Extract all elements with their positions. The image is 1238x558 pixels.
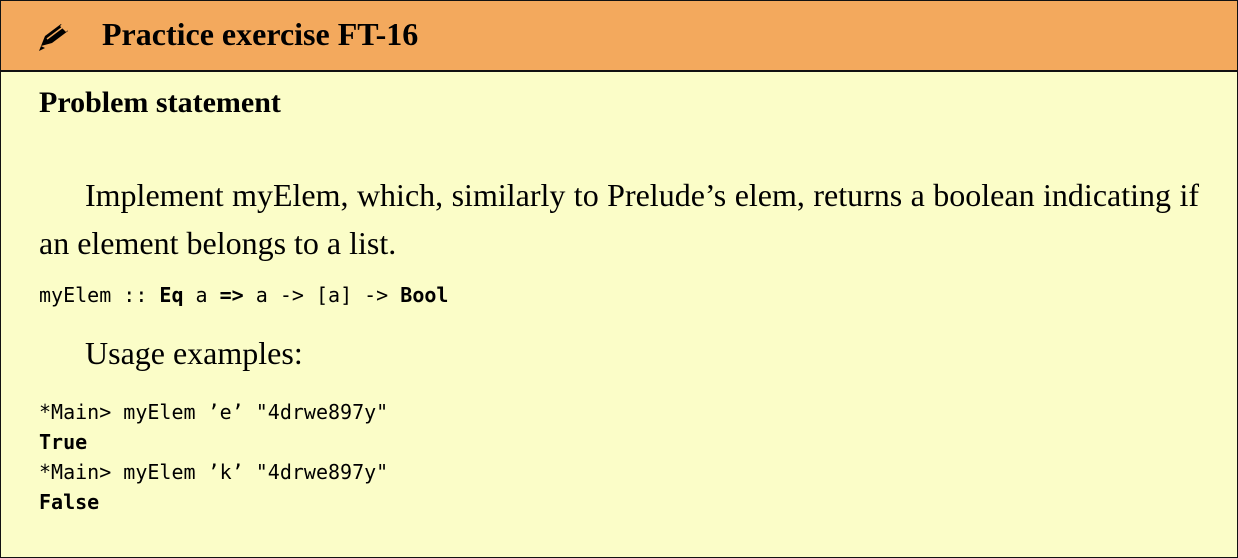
- problem-paragraph: Implement myElem, which, similarly to Pr…: [39, 177, 1199, 261]
- type-signature: myElem :: Eq a => a -> [a] -> Bool: [39, 280, 448, 310]
- usage-examples: *Main> myElem ’e’ "4drwe897y" True *Main…: [39, 397, 388, 517]
- exercise-box: Practice exercise FT-16 Problem statemen…: [0, 0, 1238, 558]
- usage-label: Usage examples:: [85, 335, 303, 371]
- section-heading: Problem statement: [39, 86, 281, 119]
- example-result: True: [39, 430, 88, 454]
- pencil-icon: [39, 24, 68, 51]
- signature-rest: a -> [a] ->: [243, 283, 401, 307]
- signature-eq: Eq: [159, 283, 184, 307]
- exercise-title: Practice exercise FT-16: [102, 16, 419, 52]
- exercise-header: Practice exercise FT-16: [1, 1, 1237, 72]
- signature-fat-arrow: =>: [219, 283, 244, 307]
- example-prompt: *Main> myElem ’k’ "4drwe897y": [39, 460, 389, 484]
- signature-bool: Bool: [400, 283, 449, 307]
- signature-type-var: a: [183, 283, 220, 307]
- signature-separator: ::: [111, 283, 160, 307]
- signature-name: myElem: [39, 283, 112, 307]
- example-result: False: [39, 490, 100, 514]
- example-prompt: *Main> myElem ’e’ "4drwe897y": [39, 400, 389, 424]
